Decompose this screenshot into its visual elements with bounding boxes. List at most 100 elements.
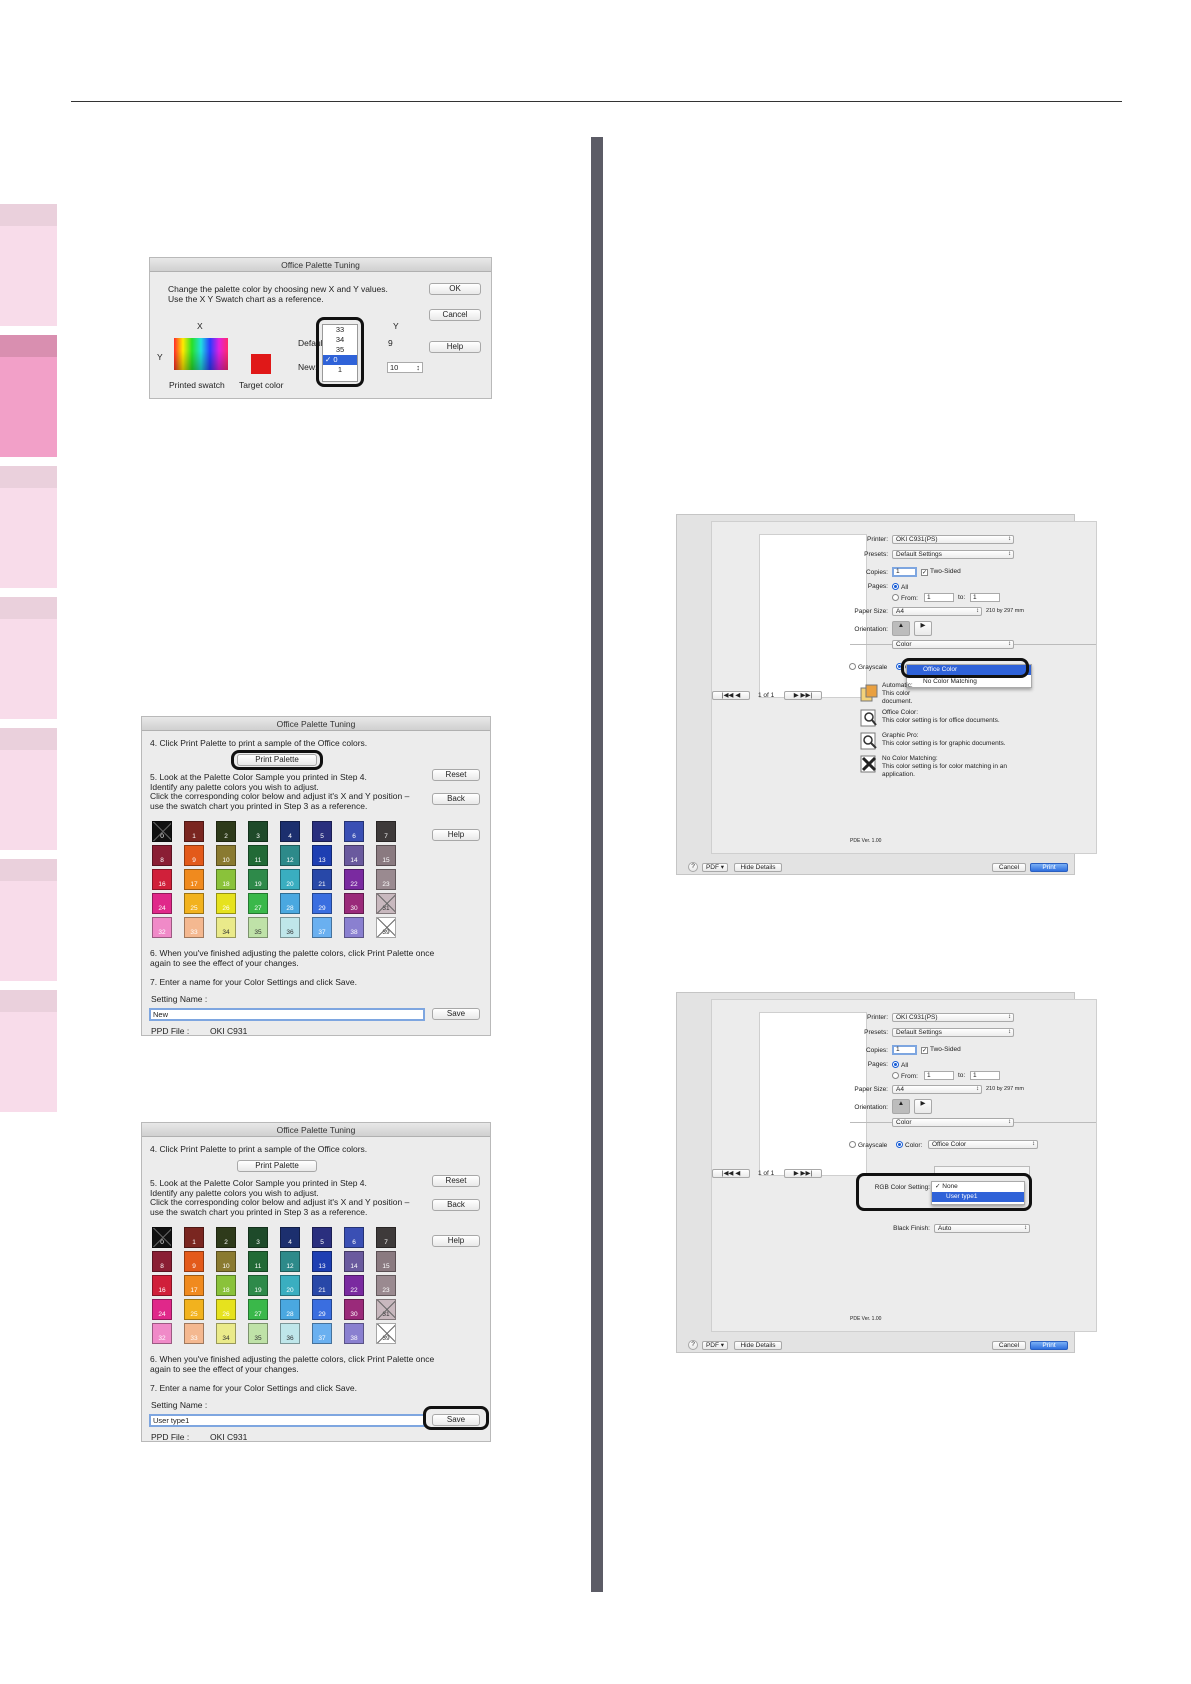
hide-details-button[interactable]: Hide Details	[734, 863, 782, 872]
next-page-buttons[interactable]: ▶ ▶▶|	[784, 691, 822, 700]
copies-input[interactable]: 1	[892, 567, 917, 577]
setting-name-input[interactable]: New	[149, 1008, 425, 1021]
palette-swatch[interactable]: 19	[248, 869, 268, 890]
landscape-button[interactable]: ▶	[914, 1099, 932, 1114]
help-button[interactable]: Help	[432, 829, 480, 841]
palette-swatch[interactable]: 30	[344, 1299, 364, 1320]
pages-all-radio[interactable]: All	[892, 1061, 908, 1069]
palette-swatch[interactable]: 5	[312, 821, 332, 842]
palette-swatch[interactable]: 29	[312, 1299, 332, 1320]
from-input[interactable]: 1	[924, 593, 954, 602]
pages-from-radio[interactable]: From:	[892, 1072, 918, 1080]
palette-swatch[interactable]: 18	[216, 1275, 236, 1296]
palette-swatch[interactable]: 28	[280, 1299, 300, 1320]
print-button[interactable]: Print	[1030, 1341, 1068, 1350]
copies-input[interactable]: 1	[892, 1045, 917, 1055]
landscape-button[interactable]: ▶	[914, 621, 932, 636]
tab-3-header[interactable]	[0, 466, 57, 488]
palette-swatch[interactable]: 38	[344, 1323, 364, 1344]
y-new-stepper[interactable]: 10 ↕	[387, 362, 423, 373]
palette-swatch[interactable]: 7	[376, 1227, 396, 1248]
palette-swatch[interactable]: 30	[344, 893, 364, 914]
palette-swatch[interactable]: 23	[376, 869, 396, 890]
palette-swatch[interactable]: 24	[152, 1299, 172, 1320]
pages-all-radio[interactable]: All	[892, 583, 908, 591]
printer-select[interactable]: OKI C931(PS)	[892, 1013, 1014, 1022]
palette-swatch[interactable]: 4	[280, 1227, 300, 1248]
palette-swatch[interactable]: 31	[376, 893, 396, 914]
reset-button[interactable]: Reset	[432, 769, 480, 781]
presets-select[interactable]: Default Settings	[892, 1028, 1014, 1037]
palette-swatch[interactable]: 26	[216, 1299, 236, 1320]
palette-swatch[interactable]: 4	[280, 821, 300, 842]
to-input[interactable]: 1	[970, 593, 1000, 602]
palette-swatch[interactable]: 32	[152, 917, 172, 938]
from-input[interactable]: 1	[924, 1071, 954, 1080]
back-button[interactable]: Back	[432, 1199, 480, 1211]
palette-swatch[interactable]: 33	[184, 1323, 204, 1344]
palette-swatch[interactable]: 15	[376, 845, 396, 866]
color-mode-select[interactable]: Office Color	[928, 1140, 1038, 1149]
palette-swatch[interactable]: 20	[280, 869, 300, 890]
palette-swatch[interactable]: 17	[184, 869, 204, 890]
tab-3[interactable]	[0, 488, 57, 588]
palette-swatch[interactable]: 26	[216, 893, 236, 914]
palette-swatch[interactable]: 39	[376, 917, 396, 938]
palette-swatch[interactable]: 18	[216, 869, 236, 890]
print-palette-button[interactable]: Print Palette	[237, 1160, 317, 1172]
next-page-buttons[interactable]: ▶ ▶▶|	[784, 1169, 822, 1178]
palette-swatch[interactable]: 8	[152, 845, 172, 866]
palette-swatch[interactable]: 11	[248, 1251, 268, 1272]
palette-swatch[interactable]: 36	[280, 1323, 300, 1344]
tab-1-header[interactable]	[0, 204, 57, 226]
palette-swatch[interactable]: 16	[152, 869, 172, 890]
tab-6-header[interactable]	[0, 859, 57, 881]
two-sided-checkbox[interactable]: ✓ Two-Sided	[921, 1046, 961, 1054]
palette-swatch[interactable]: 17	[184, 1275, 204, 1296]
palette-swatch[interactable]: 2	[216, 1227, 236, 1248]
palette-swatch[interactable]: 14	[344, 845, 364, 866]
presets-select[interactable]: Default Settings	[892, 550, 1014, 559]
cancel-button[interactable]: Cancel	[992, 863, 1026, 872]
print-button[interactable]: Print	[1030, 863, 1068, 872]
pdf-button[interactable]: PDF ▾	[702, 1341, 728, 1350]
tab-7-header[interactable]	[0, 990, 57, 1012]
tab-2-header[interactable]	[0, 335, 57, 357]
help-button[interactable]: ?	[688, 862, 698, 872]
paper-size-select[interactable]: A4	[892, 1085, 982, 1094]
palette-swatch[interactable]: 10	[216, 845, 236, 866]
paper-size-select[interactable]: A4	[892, 607, 982, 616]
palette-swatch[interactable]: 27	[248, 893, 268, 914]
pages-from-radio[interactable]: From:	[892, 594, 918, 602]
palette-swatch[interactable]: 25	[184, 893, 204, 914]
help-button[interactable]: Help	[429, 341, 481, 353]
palette-swatch[interactable]: 21	[312, 869, 332, 890]
palette-swatch[interactable]: 25	[184, 1299, 204, 1320]
palette-swatch[interactable]: 32	[152, 1323, 172, 1344]
palette-swatch[interactable]: 19	[248, 1275, 268, 1296]
palette-swatch[interactable]: 27	[248, 1299, 268, 1320]
palette-swatch[interactable]: 37	[312, 1323, 332, 1344]
palette-swatch[interactable]: 1	[184, 821, 204, 842]
palette-swatch[interactable]: 33	[184, 917, 204, 938]
palette-swatch[interactable]: 0	[152, 1227, 172, 1248]
palette-swatch[interactable]: 20	[280, 1275, 300, 1296]
palette-swatch[interactable]: 12	[280, 1251, 300, 1272]
palette-swatch[interactable]: 36	[280, 917, 300, 938]
palette-swatch[interactable]: 6	[344, 1227, 364, 1248]
palette-swatch[interactable]: 14	[344, 1251, 364, 1272]
black-finish-select[interactable]: Auto	[934, 1224, 1030, 1233]
palette-swatch[interactable]: 37	[312, 917, 332, 938]
tab-6[interactable]	[0, 881, 57, 981]
tab-4[interactable]	[0, 619, 57, 719]
palette-swatch[interactable]: 28	[280, 893, 300, 914]
printer-select[interactable]: OKI C931(PS)	[892, 535, 1014, 544]
setting-name-input[interactable]: User type1	[149, 1414, 425, 1427]
palette-swatch[interactable]: 23	[376, 1275, 396, 1296]
palette-swatch[interactable]: 34	[216, 1323, 236, 1344]
palette-swatch[interactable]: 10	[216, 1251, 236, 1272]
tab-5[interactable]	[0, 750, 57, 850]
palette-swatch[interactable]: 6	[344, 821, 364, 842]
palette-swatch[interactable]: 16	[152, 1275, 172, 1296]
hide-details-button[interactable]: Hide Details	[734, 1341, 782, 1350]
